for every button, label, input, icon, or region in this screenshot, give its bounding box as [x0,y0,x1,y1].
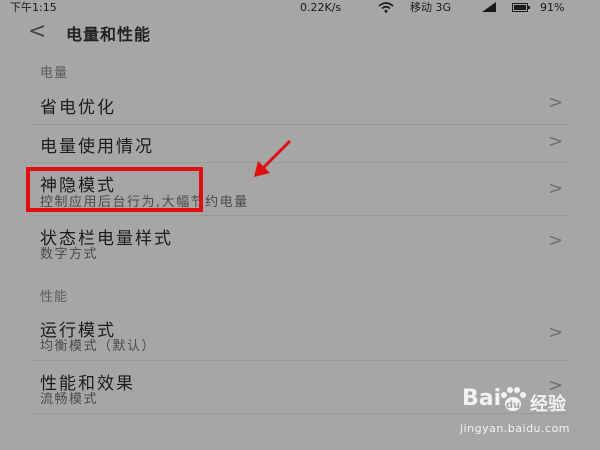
watermark-jingyan: 经验 [530,394,566,415]
chevron-right-icon: > [548,230,564,251]
list-item-power-saving[interactable]: 省电优化 > [0,84,600,124]
list-item-run-mode[interactable]: 运行模式 均衡模式（默认） > [0,307,600,359]
item-subtitle: 均衡模式（默认） [40,339,157,354]
section-header-performance: 性能 [40,290,69,305]
page-title: 电量和性能 [66,25,152,44]
section-header-battery: 电量 [40,66,69,81]
item-subtitle: 流畅模式 [40,392,99,407]
carrier-label: 移动 3G [410,1,452,14]
battery-percent: 91% [540,1,565,14]
paw-icon: du [501,387,526,411]
item-title: 省电优化 [40,98,116,118]
list-item-statusbar-style[interactable]: 状态栏电量样式 数字方式 > [0,215,600,265]
wifi-icon [378,2,394,13]
network-speed: 0.22K/s [300,1,342,14]
back-chevron-icon[interactable]: < [28,19,46,45]
item-subtitle: 数字方式 [40,247,99,262]
arrow-annotation-icon [254,139,292,177]
chevron-right-icon: > [548,131,564,152]
chevron-right-icon: > [548,178,564,199]
list-item-battery-usage[interactable]: 电量使用情况 > [0,124,600,162]
chevron-right-icon: > [548,92,564,113]
battery-icon [512,3,530,12]
status-bar: 下午1:15 0.22K/s 移动 3G 91% [0,0,600,15]
watermark-url: jingyan.baidu.com [460,422,571,435]
signal-icon [482,2,496,12]
highlight-box [26,167,203,212]
item-title: 电量使用情况 [40,137,154,157]
watermark-logo: Bai [462,386,502,411]
title-bar: < 电量和性能 [0,15,600,50]
svg-text:du: du [506,400,520,411]
divider [30,413,568,414]
status-time: 下午1:15 [10,1,57,14]
chevron-right-icon: > [548,322,564,343]
